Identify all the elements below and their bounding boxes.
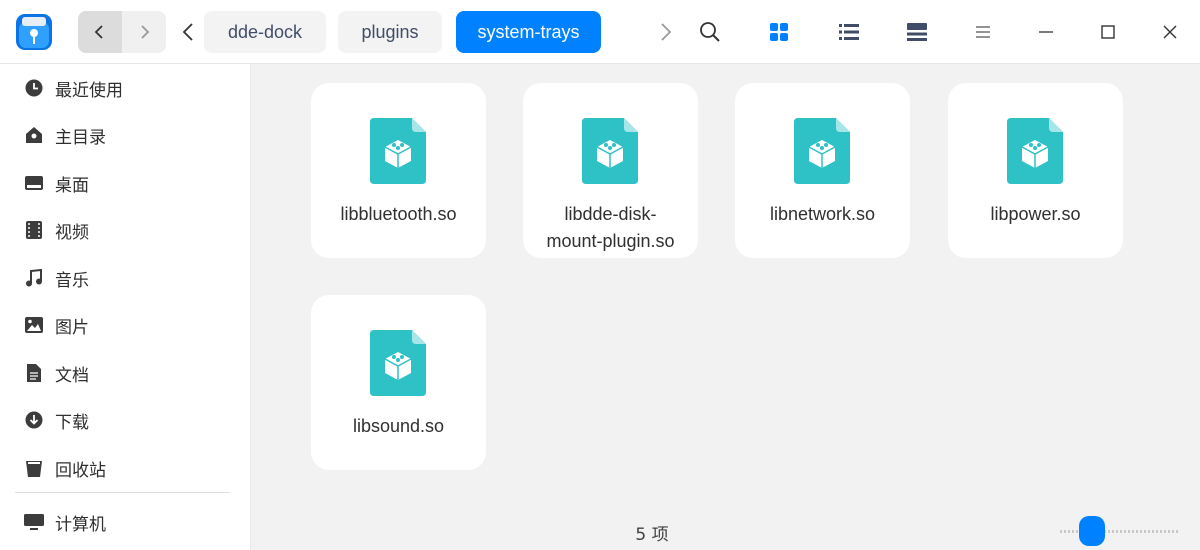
file-name: libnetwork.so bbox=[769, 204, 876, 224]
sidebar-item-music[interactable]: 音乐 bbox=[0, 256, 251, 300]
sidebar-item-videos[interactable]: 视频 bbox=[0, 208, 251, 252]
close-icon bbox=[1163, 25, 1177, 39]
minimize-button[interactable] bbox=[1028, 14, 1064, 50]
sidebar-item-label: 最近使用 bbox=[55, 80, 123, 101]
shared-library-file-icon bbox=[794, 118, 850, 184]
file-view: libbluetooth.so libdde-disk-mount-plugin… bbox=[252, 65, 1200, 550]
sidebar-item-label: 下载 bbox=[55, 412, 89, 433]
shared-library-file-icon bbox=[582, 118, 638, 184]
file-item-libbluetooth[interactable]: libbluetooth.so bbox=[311, 83, 486, 258]
search-icon bbox=[700, 22, 720, 42]
breadcrumb-next-button[interactable] bbox=[654, 18, 678, 46]
sidebar-item-label: 计算机 bbox=[55, 514, 106, 535]
maximize-button[interactable] bbox=[1090, 14, 1126, 50]
file-item-libpower[interactable]: libpower.so bbox=[948, 83, 1123, 258]
sidebar-item-pictures[interactable]: 图片 bbox=[0, 303, 251, 347]
shared-library-file-icon bbox=[370, 330, 426, 396]
sidebar-item-label: 回收站 bbox=[55, 460, 106, 481]
sidebar-item-label: 图片 bbox=[55, 317, 89, 338]
sidebar-item-computer[interactable]: 计算机 bbox=[0, 500, 251, 544]
search-button[interactable] bbox=[692, 14, 728, 50]
trash-icon bbox=[24, 458, 44, 478]
sidebar-item-trash[interactable]: 回收站 bbox=[0, 446, 251, 490]
icon-view-button[interactable] bbox=[761, 14, 797, 50]
sidebar-divider bbox=[15, 492, 230, 493]
music-icon bbox=[24, 268, 44, 288]
file-manager-logo-icon bbox=[16, 14, 52, 50]
tree-view-icon bbox=[907, 23, 927, 41]
picture-icon bbox=[24, 315, 44, 335]
file-name: libpower.so bbox=[990, 204, 1081, 224]
item-count-status: 5 项 bbox=[635, 525, 669, 545]
download-icon bbox=[24, 410, 44, 430]
file-name: libsound.so bbox=[352, 416, 445, 436]
sidebar-item-desktop[interactable]: 桌面 bbox=[0, 161, 251, 205]
history-nav bbox=[78, 11, 166, 53]
sidebar: 最近使用 主目录 桌面 视频 音乐 图片 文档 下载 回收站 计算机 bbox=[0, 64, 251, 550]
maximize-icon bbox=[1101, 25, 1115, 39]
file-name: libbluetooth.so bbox=[340, 204, 457, 224]
shared-library-file-icon bbox=[1007, 118, 1063, 184]
breadcrumb-system-trays[interactable]: system-trays bbox=[456, 11, 601, 53]
main-menu-button[interactable] bbox=[965, 14, 1001, 50]
zoom-slider-track[interactable] bbox=[1060, 530, 1178, 533]
forward-arrow-icon bbox=[141, 25, 150, 39]
minimize-icon bbox=[1039, 31, 1053, 33]
menu-icon bbox=[976, 26, 990, 38]
breadcrumb-next-icon bbox=[661, 23, 672, 41]
sidebar-item-documents[interactable]: 文档 bbox=[0, 351, 251, 395]
back-arrow-icon bbox=[94, 25, 103, 39]
sidebar-item-label: 桌面 bbox=[55, 175, 89, 196]
sidebar-item-label: 主目录 bbox=[55, 127, 106, 148]
breadcrumb-dde-dock[interactable]: dde-dock bbox=[204, 11, 326, 53]
sidebar-item-home[interactable]: 主目录 bbox=[0, 113, 251, 157]
tree-view-button[interactable] bbox=[899, 14, 935, 50]
zoom-slider-handle[interactable] bbox=[1079, 516, 1105, 546]
sidebar-item-label: 视频 bbox=[55, 222, 89, 243]
desktop-icon bbox=[24, 173, 44, 193]
title-bar: dde-dock plugins system-trays bbox=[0, 0, 1200, 64]
close-button[interactable] bbox=[1152, 14, 1188, 50]
sidebar-item-label: 音乐 bbox=[55, 270, 89, 291]
file-item-libsound[interactable]: libsound.so bbox=[311, 295, 486, 470]
forward-button[interactable] bbox=[122, 11, 166, 53]
file-name: libdde-disk-mount-plugin.so bbox=[546, 204, 675, 251]
shared-library-file-icon bbox=[370, 118, 426, 184]
document-icon bbox=[24, 363, 44, 383]
list-view-button[interactable] bbox=[831, 14, 867, 50]
breadcrumb-prev-icon bbox=[182, 23, 193, 41]
home-icon bbox=[24, 125, 44, 145]
breadcrumb-prev-button[interactable] bbox=[176, 18, 200, 46]
icon-view-icon bbox=[770, 23, 788, 41]
list-view-icon bbox=[839, 24, 859, 40]
sidebar-item-recent[interactable]: 最近使用 bbox=[0, 66, 251, 110]
clock-icon bbox=[24, 78, 44, 98]
breadcrumb-plugins[interactable]: plugins bbox=[338, 11, 442, 53]
file-item-libdde-disk-mount-plugin[interactable]: libdde-disk-mount-plugin.so bbox=[523, 83, 698, 258]
video-icon bbox=[24, 220, 44, 240]
back-button[interactable] bbox=[78, 11, 122, 53]
sidebar-item-downloads[interactable]: 下载 bbox=[0, 398, 251, 442]
sidebar-item-label: 文档 bbox=[55, 365, 89, 386]
computer-icon bbox=[24, 512, 44, 532]
file-item-libnetwork[interactable]: libnetwork.so bbox=[735, 83, 910, 258]
